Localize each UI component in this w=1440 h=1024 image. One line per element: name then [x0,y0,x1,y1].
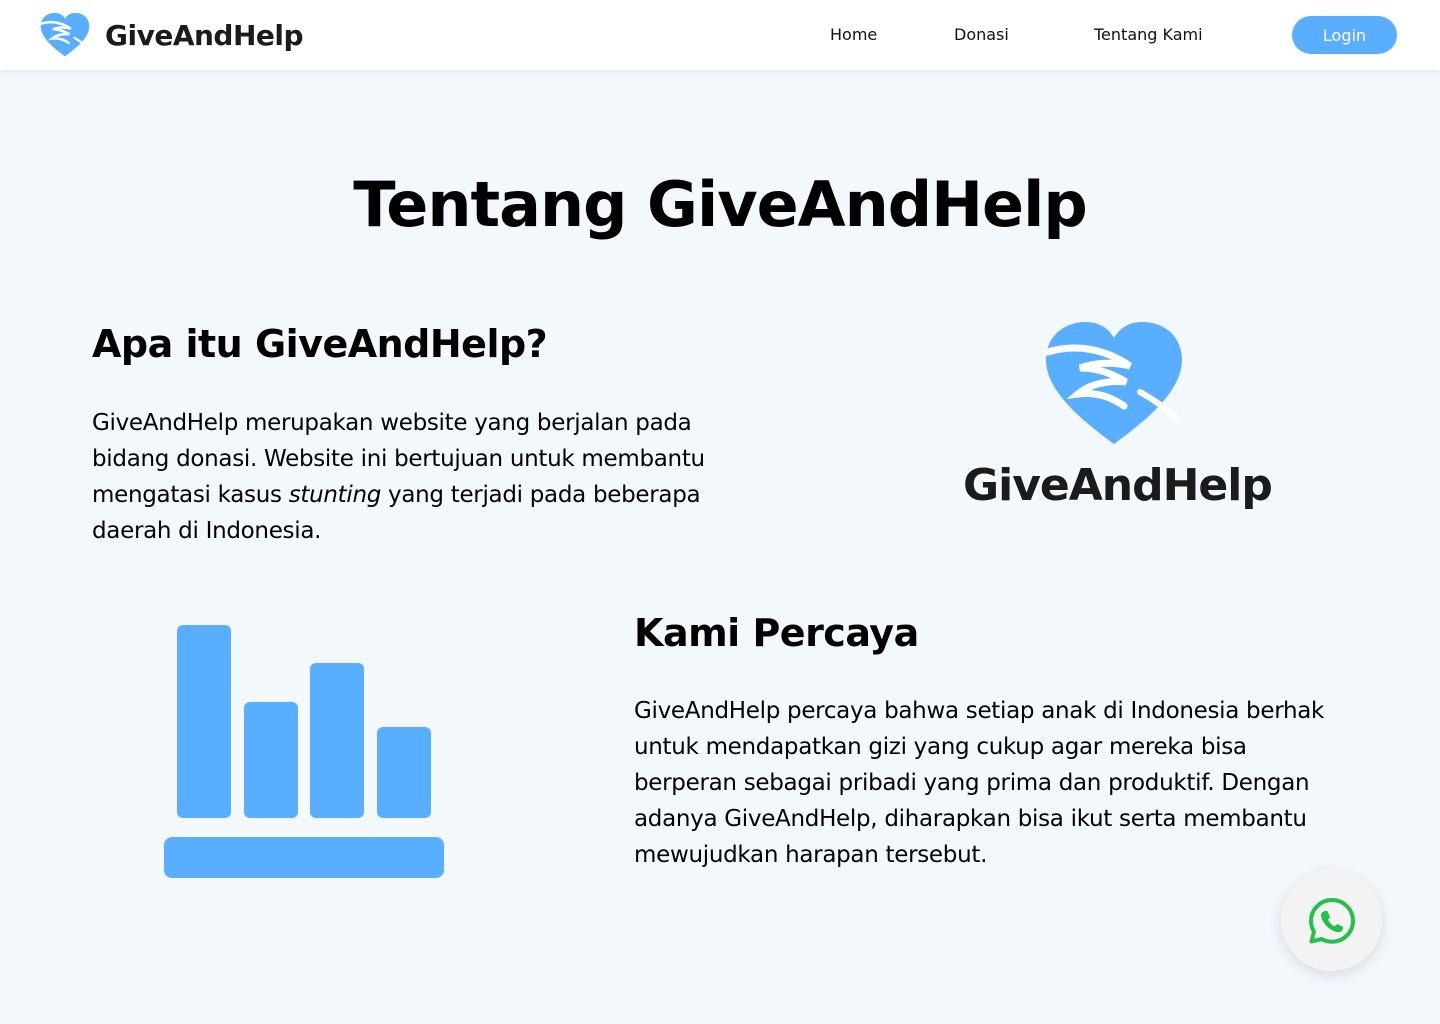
whatsapp-icon [1308,897,1355,944]
whatsapp-button[interactable] [1281,870,1382,971]
hero-logo [1044,322,1184,446]
bar-chart-icon [164,625,444,878]
brand-name: GiveAndHelp [105,18,304,52]
heart-hands-icon [40,12,90,57]
about-text-emphasis: stunting [288,482,382,508]
nav-home[interactable]: Home [830,25,877,44]
illustration-bar-1 [177,625,231,818]
login-button[interactable]: Login [1292,16,1397,54]
navbar: GiveAndHelp Home Donasi Tentang Kami Log… [0,0,1440,70]
bar-chart-illustration [160,620,450,882]
illustration-bar-3 [310,663,364,818]
illustration-base [164,837,444,878]
about-heading: Apa itu GiveAndHelp? [92,322,548,366]
brand[interactable]: GiveAndHelp [40,12,304,58]
belief-heading: Kami Percaya [634,611,919,655]
nav-tentang-kami[interactable]: Tentang Kami [1094,25,1203,44]
heart-hands-icon [1044,322,1182,444]
hero-brand-name: GiveAndHelp [963,460,1273,511]
about-text: GiveAndHelp merupakan website yang berja… [92,405,772,549]
nav-donasi[interactable]: Donasi [954,25,1009,44]
illustration-bar-2 [244,702,298,818]
illustration-bar-4 [377,727,431,818]
page-title: Tentang GiveAndHelp [353,168,1088,241]
belief-text: GiveAndHelp percaya bahwa setiap anak di… [634,698,1325,868]
